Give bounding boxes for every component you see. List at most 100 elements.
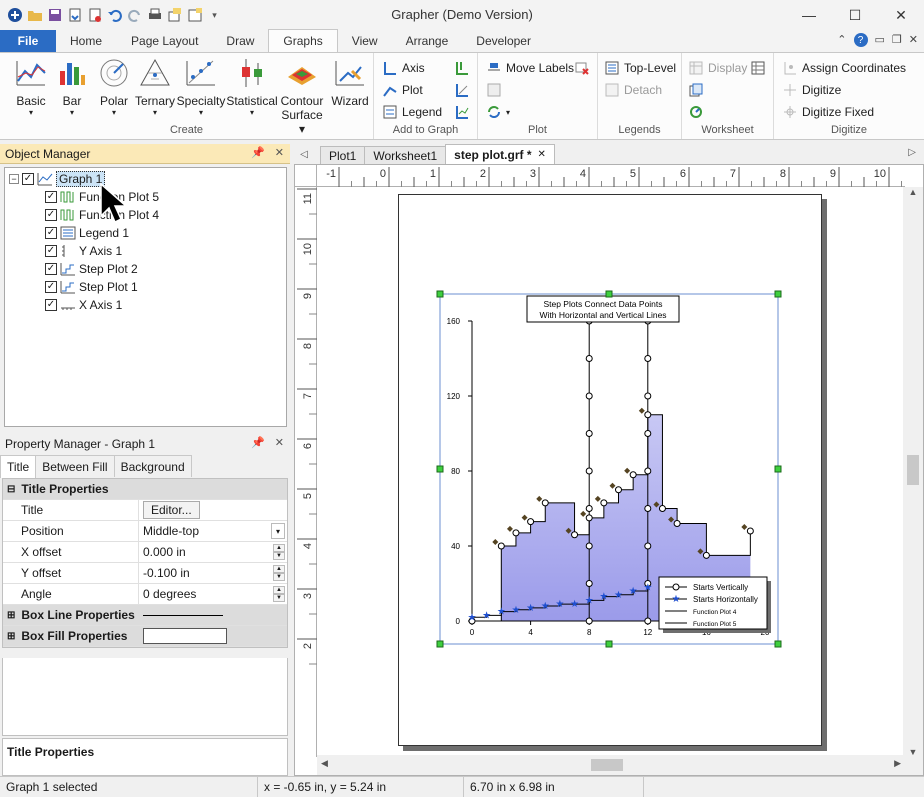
checkbox[interactable]: ✓ <box>45 227 57 239</box>
doc-close-icon[interactable]: ✕ <box>909 33 918 47</box>
new-worksheet-icon[interactable] <box>186 7 203 24</box>
tab-file[interactable]: File <box>0 30 56 52</box>
panel-close-icon[interactable]: ✕ <box>275 436 284 449</box>
close-tab-icon[interactable]: ✕ <box>538 149 546 160</box>
digitize-fixed-button[interactable]: Digitize Fixed <box>782 104 874 120</box>
collapse-icon[interactable]: − <box>9 174 19 184</box>
pin-icon[interactable]: 📌 <box>251 436 265 449</box>
tree-item-step-plot-1[interactable]: ✓ Step Plot 1 <box>45 278 138 296</box>
print-icon[interactable] <box>146 7 163 24</box>
specialty-button[interactable]: Specialty ▾ <box>176 57 226 117</box>
checkbox[interactable]: ✓ <box>22 173 34 185</box>
tab-developer[interactable]: Developer <box>462 30 545 52</box>
editor-button[interactable]: Editor... <box>143 501 200 519</box>
doc-restore-icon[interactable]: ❐ <box>892 33 902 47</box>
add-grid-icon[interactable] <box>454 104 470 120</box>
new-icon[interactable] <box>166 7 183 24</box>
redo-icon[interactable] <box>126 7 143 24</box>
scroll-thumb[interactable] <box>591 759 623 771</box>
tab-draw[interactable]: Draw <box>212 30 268 52</box>
tab-view[interactable]: View <box>338 30 392 52</box>
doc-tab-worksheet1[interactable]: Worksheet1 <box>364 146 447 164</box>
checkbox[interactable]: ✓ <box>45 299 57 311</box>
plot-canvas[interactable]: -1 0 1 2 3 4 5 6 7 8 9 10 11 10 9 8 7 6 5 4 3 2 ▲ ▼ ◀ ▶ 0 40 8… <box>294 164 924 776</box>
expand-icon[interactable]: ⊞ <box>7 610 15 621</box>
ternary-button[interactable]: Ternary ▾ <box>134 57 176 117</box>
vertical-scrollbar[interactable]: ▲ ▼ <box>903 187 923 757</box>
display-button[interactable]: Display <box>688 60 747 76</box>
assign-coordinates-button[interactable]: Assign Coordinates <box>782 60 906 76</box>
bar-button[interactable]: Bar ▾ <box>52 57 92 117</box>
worksheet-grid-icon[interactable] <box>750 60 766 76</box>
horizontal-scrollbar[interactable]: ◀ ▶ <box>317 755 905 775</box>
checkbox[interactable]: ✓ <box>45 281 57 293</box>
save-icon[interactable] <box>46 7 63 24</box>
worksheet-refresh-icon[interactable] <box>688 104 704 120</box>
y-offset-field[interactable]: -0.100 in ▲ ▼ <box>139 563 287 583</box>
checkbox[interactable]: ✓ <box>45 209 57 221</box>
chevron-left-icon[interactable]: ◁ <box>294 149 314 160</box>
pin-icon[interactable]: 📌 <box>251 146 265 159</box>
basic-button[interactable]: Basic ▾ <box>10 57 52 117</box>
tree-item-step-plot-2[interactable]: ✓ Step Plot 2 <box>45 260 138 278</box>
doc-minimize-icon[interactable]: ▭ <box>875 33 885 47</box>
doc-tab-plot1[interactable]: Plot1 <box>320 146 366 164</box>
label-delete-icon[interactable] <box>574 60 590 76</box>
spinner[interactable]: ▲ ▼ <box>273 586 285 602</box>
add-axis-variant-icon[interactable] <box>454 60 470 76</box>
spinner[interactable]: ▲ ▼ <box>273 544 285 560</box>
collapse-icon[interactable]: ⊟ <box>7 484 15 495</box>
tree-item-graph-1[interactable]: − ✓ Graph 1 <box>9 170 106 188</box>
plot-reload-icon[interactable]: ▾ <box>486 104 510 120</box>
expand-icon[interactable]: ⊞ <box>7 631 15 642</box>
tab-graphs[interactable]: Graphs <box>268 29 338 52</box>
wizard-button[interactable]: Wizard <box>328 57 372 108</box>
tab-background[interactable]: Background <box>113 455 192 477</box>
add-axis-button[interactable]: Axis <box>382 60 425 76</box>
worksheet-copy-icon[interactable] <box>688 82 704 98</box>
tree-item-x-axis-1[interactable]: ✓ X Axis 1 <box>45 296 122 314</box>
open-icon[interactable] <box>26 7 43 24</box>
angle-field[interactable]: 0 degrees ▲ ▼ <box>139 584 287 604</box>
doc-tab-step-plot[interactable]: step plot.grf * ✕ <box>445 144 555 164</box>
move-labels-button[interactable]: Move Labels <box>486 60 574 76</box>
x-offset-field[interactable]: 0.000 in ▲ ▼ <box>139 542 287 562</box>
collapse-ribbon-icon[interactable]: ⌃ <box>837 33 846 47</box>
chevron-right-icon[interactable]: ▷ <box>908 147 916 158</box>
position-select[interactable]: Middle-top ▾ <box>139 521 287 541</box>
checkbox[interactable]: ✓ <box>45 191 57 203</box>
detach-button[interactable]: Detach <box>604 82 662 98</box>
chevron-down-icon[interactable]: ▾ <box>271 523 285 539</box>
customize-chevron-icon[interactable]: ▾ <box>206 7 223 24</box>
scroll-thumb[interactable] <box>907 455 919 485</box>
close-doc-icon[interactable] <box>86 7 103 24</box>
tab-page-layout[interactable]: Page Layout <box>117 30 212 52</box>
tab-home[interactable]: Home <box>56 30 117 52</box>
polar-button[interactable]: Polar ▾ <box>94 57 134 117</box>
step-plot-chart[interactable]: 04080120160048121620★★★★★★★★★★★★★Step Pl… <box>435 289 789 653</box>
top-level-button[interactable]: Top-Level <box>604 60 676 76</box>
spinner[interactable]: ▲ ▼ <box>273 565 285 581</box>
minimize-button[interactable]: — <box>786 0 832 30</box>
box-fill-properties-section[interactable]: ⊞ Box Fill Properties <box>3 626 287 647</box>
close-button[interactable]: ✕ <box>878 0 924 30</box>
help-icon[interactable]: ? <box>853 33 868 47</box>
maximize-button[interactable]: ☐ <box>832 0 878 30</box>
add-axis-ticks-icon[interactable] <box>454 82 470 98</box>
title-properties-section[interactable]: ⊟ Title Properties <box>3 479 287 500</box>
add-plot-button[interactable]: Plot <box>382 82 423 98</box>
tab-between-fill[interactable]: Between Fill <box>35 455 115 477</box>
export-icon[interactable] <box>66 7 83 24</box>
digitize-button[interactable]: Digitize <box>782 82 841 98</box>
panel-close-icon[interactable]: ✕ <box>275 146 284 159</box>
add-legend-button[interactable]: Legend <box>382 104 442 120</box>
statistical-button[interactable]: Statistical ▾ <box>226 57 278 117</box>
checkbox[interactable]: ✓ <box>45 245 57 257</box>
undo-icon[interactable] <box>106 7 123 24</box>
tree-item-y-axis-1[interactable]: ✓ Y Axis 1 <box>45 242 122 260</box>
checkbox[interactable]: ✓ <box>45 263 57 275</box>
app-menu-icon[interactable] <box>6 7 23 24</box>
tree-item-legend-1[interactable]: ✓ Legend 1 <box>45 224 129 242</box>
tab-title[interactable]: Title <box>0 455 37 478</box>
tab-arrange[interactable]: Arrange <box>392 30 463 52</box>
